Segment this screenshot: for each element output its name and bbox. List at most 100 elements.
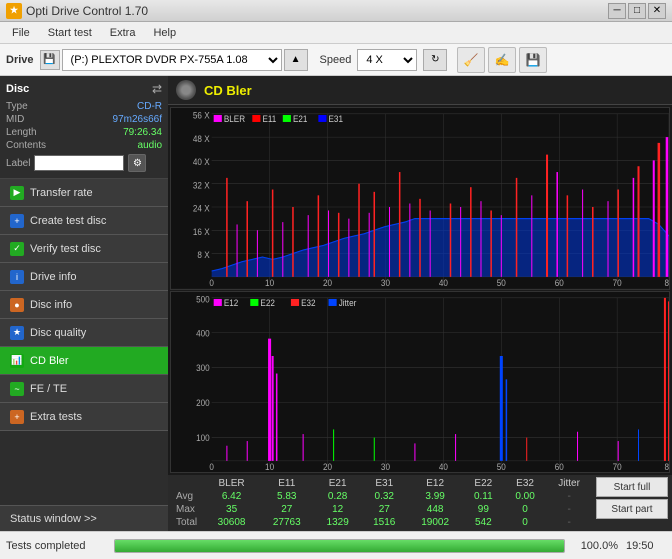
col-header-jitter: Jitter: [546, 477, 592, 490]
sidebar-item-create-test-disc[interactable]: + Create test disc: [0, 207, 168, 235]
stats-max-jitter: -: [546, 503, 592, 516]
top-chart: 56 X 48 X 40 X 32 X 24 X 16 X 8 X 0 10 2…: [170, 107, 670, 290]
sidebar-item-transfer-rate-label: Transfer rate: [30, 187, 93, 199]
minimize-button[interactable]: ─: [608, 3, 626, 19]
stats-avg-label: Avg: [172, 490, 204, 503]
svg-text:16 X: 16 X: [193, 226, 210, 237]
stats-avg-e32: 0.00: [504, 490, 546, 503]
svg-text:E11: E11: [262, 113, 276, 124]
svg-text:30: 30: [381, 461, 390, 472]
drive-select[interactable]: (P:) PLEXTOR DVDR PX-755A 1.08: [62, 49, 282, 71]
svg-text:50: 50: [497, 278, 506, 289]
action-buttons: Start full Start part: [596, 477, 668, 519]
svg-text:E32: E32: [301, 297, 316, 308]
menu-start-test[interactable]: Start test: [40, 25, 100, 41]
svg-text:Jitter: Jitter: [339, 297, 357, 308]
disc-length-value: 79:26.34: [123, 127, 162, 138]
sidebar-item-fe-te[interactable]: ~ FE / TE: [0, 375, 168, 403]
svg-text:40: 40: [439, 461, 448, 472]
sidebar-spacer: [0, 431, 168, 505]
svg-text:32 X: 32 X: [193, 180, 210, 191]
col-header-e11: E11: [259, 477, 314, 490]
sidebar-item-disc-quality[interactable]: ★ Disc quality: [0, 319, 168, 347]
status-window-label: Status window >>: [10, 513, 97, 525]
erase-icon: 🧹: [464, 53, 479, 67]
sidebar: Disc ⇄ Type CD-R MID 97m26s66f Length 79…: [0, 76, 168, 531]
disc-expand-icon[interactable]: ⇄: [152, 82, 162, 96]
sidebar-item-transfer-rate[interactable]: ▶ Transfer rate: [0, 179, 168, 207]
menu-help[interactable]: Help: [145, 25, 184, 41]
svg-text:E21: E21: [293, 113, 308, 124]
menu-extra[interactable]: Extra: [102, 25, 144, 41]
title-bar-left: ★ Opti Drive Control 1.70: [6, 3, 148, 19]
stats-table: BLER E11 E21 E31 E12 E22 E32 Jitter Avg: [172, 477, 592, 529]
disc-contents-value: audio: [138, 140, 162, 151]
sidebar-item-cd-bler-label: CD Bler: [30, 355, 69, 367]
content-title: CD Bler: [204, 83, 252, 98]
col-header-bler: BLER: [204, 477, 259, 490]
svg-text:30: 30: [381, 278, 390, 289]
charts-area: 56 X 48 X 40 X 32 X 24 X 16 X 8 X 0 10 2…: [168, 105, 672, 475]
svg-text:80: 80: [664, 461, 669, 472]
col-header-e12: E12: [408, 477, 463, 490]
speed-refresh-button[interactable]: ↻: [423, 49, 447, 71]
drive-bar: Drive 💾 (P:) PLEXTOR DVDR PX-755A 1.08 ▲…: [0, 44, 672, 76]
disc-quality-icon: ★: [10, 326, 24, 340]
elapsed-time: 19:50: [626, 540, 666, 552]
menu-file[interactable]: File: [4, 25, 38, 41]
stats-avg-jitter: -: [546, 490, 592, 503]
sidebar-item-fe-te-label: FE / TE: [30, 383, 67, 395]
svg-text:20: 20: [323, 278, 332, 289]
start-part-button[interactable]: Start part: [596, 499, 668, 519]
speed-select[interactable]: 4 X 1 X 2 X 8 X Max: [357, 49, 417, 71]
bottom-status-bar: Tests completed 100.0% 19:50: [0, 531, 672, 559]
sidebar-item-cd-bler[interactable]: 📊 CD Bler: [0, 347, 168, 375]
write-button[interactable]: ✍: [488, 47, 516, 73]
app-title: Opti Drive Control 1.70: [26, 4, 148, 18]
svg-text:60: 60: [555, 461, 564, 472]
svg-text:0: 0: [209, 461, 214, 472]
disc-label-label: Label: [6, 158, 30, 169]
stats-total-e22: 542: [463, 516, 504, 529]
stats-max-e11: 27: [259, 503, 314, 516]
disc-type-row: Type CD-R: [6, 100, 162, 113]
disc-label-input[interactable]: [34, 155, 124, 171]
stats-max-e21: 12: [314, 503, 361, 516]
bottom-chart-svg: 500 400 300 200 100 0 10 20 30 40 50 60 …: [171, 292, 669, 473]
drive-eject-button[interactable]: ▲: [284, 49, 308, 71]
cd-bler-icon: 📊: [10, 354, 24, 368]
disc-label-gear-button[interactable]: ⚙: [128, 154, 146, 172]
save-button[interactable]: 💾: [519, 47, 547, 73]
drive-icon: 💾: [40, 50, 60, 70]
sidebar-item-extra-tests[interactable]: + Extra tests: [0, 403, 168, 431]
sidebar-item-verify-test-disc-label: Verify test disc: [30, 243, 101, 255]
stats-total-e21: 1329: [314, 516, 361, 529]
disc-mid-row: MID 97m26s66f: [6, 113, 162, 126]
stats-max-e32: 0: [504, 503, 546, 516]
app-icon: ★: [6, 3, 22, 19]
svg-text:400: 400: [196, 327, 210, 338]
svg-text:50: 50: [497, 461, 506, 472]
erase-button[interactable]: 🧹: [457, 47, 485, 73]
stats-max-label: Max: [172, 503, 204, 516]
sidebar-item-drive-info[interactable]: i Drive info: [0, 263, 168, 291]
sidebar-item-create-test-disc-label: Create test disc: [30, 215, 106, 227]
sidebar-item-extra-tests-label: Extra tests: [30, 411, 82, 423]
stats-total-e31: 1516: [361, 516, 408, 529]
sidebar-item-verify-test-disc[interactable]: ✓ Verify test disc: [0, 235, 168, 263]
close-button[interactable]: ✕: [648, 3, 666, 19]
maximize-button[interactable]: □: [628, 3, 646, 19]
progress-bar-fill: [115, 540, 564, 552]
stats-avg-bler: 6.42: [204, 490, 259, 503]
stats-avg-e31: 0.32: [361, 490, 408, 503]
sidebar-item-disc-info[interactable]: ● Disc info: [0, 291, 168, 319]
status-window-button[interactable]: Status window >>: [0, 505, 168, 531]
disc-type-value: CD-R: [137, 101, 162, 112]
disc-mid-value: 97m26s66f: [113, 114, 162, 125]
title-bar: ★ Opti Drive Control 1.70 ─ □ ✕: [0, 0, 672, 22]
sidebar-item-disc-quality-label: Disc quality: [30, 327, 86, 339]
svg-text:8 X: 8 X: [197, 250, 209, 261]
extra-tests-icon: +: [10, 410, 24, 424]
start-full-button[interactable]: Start full: [596, 477, 668, 497]
svg-text:70: 70: [613, 461, 622, 472]
